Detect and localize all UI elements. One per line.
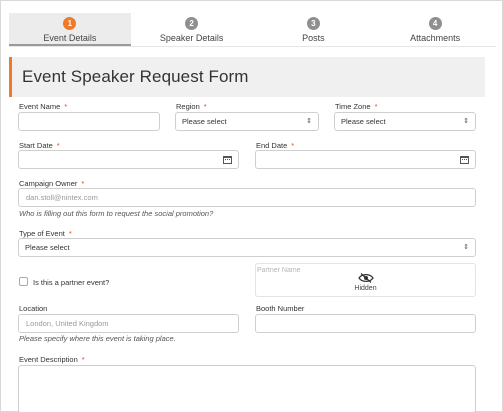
partner-event-checkbox[interactable]	[19, 277, 28, 286]
label-text: Campaign Owner	[19, 179, 78, 188]
label-text: End Date	[256, 141, 288, 150]
step-label: Speaker Details	[159, 33, 224, 43]
updown-icon: ⇕	[306, 118, 312, 125]
event-name-label: Event Name *	[19, 102, 67, 111]
location-input[interactable]: London, United Kingdom	[18, 314, 239, 333]
select-value: Please select	[25, 243, 70, 252]
region-select[interactable]: Please select ⇕	[175, 112, 319, 131]
campaign-owner-input[interactable]: dan.stoll@nintex.com	[18, 188, 476, 207]
end-date-input[interactable]	[255, 150, 476, 169]
booth-number-input[interactable]	[255, 314, 476, 333]
required-mark: *	[291, 141, 295, 150]
partner-name-hidden-field: Partner Name Hidden	[255, 263, 476, 297]
form-stepper: 1 Event Details 2 Speaker Details 3 Post…	[9, 13, 496, 47]
step-number: 1	[63, 17, 77, 30]
step-speaker-details[interactable]: 2 Speaker Details	[131, 13, 253, 46]
time-zone-select[interactable]: Please select ⇕	[334, 112, 476, 131]
label-text: Start Date	[19, 141, 53, 150]
step-event-details[interactable]: 1 Event Details	[9, 13, 131, 46]
label-text: Type of Event	[19, 229, 65, 238]
region-label: Region *	[176, 102, 207, 111]
select-value: Please select	[341, 117, 386, 126]
time-zone-label: Time Zone *	[335, 102, 378, 111]
partner-event-label: Is this a partner event?	[33, 278, 110, 287]
location-help: Please specify where this event is takin…	[19, 334, 176, 343]
required-mark: *	[56, 141, 60, 150]
location-label: Location	[19, 304, 48, 313]
step-number: 4	[428, 17, 442, 30]
updown-icon: ⇕	[463, 244, 469, 251]
form-window: 1 Event Details 2 Speaker Details 3 Post…	[0, 0, 503, 412]
updown-icon: ⇕	[463, 118, 469, 125]
form-title: Event Speaker Request Form	[22, 67, 249, 86]
step-number: 3	[306, 17, 320, 30]
required-mark: *	[81, 179, 85, 188]
step-label: Event Details	[43, 33, 97, 43]
event-name-input[interactable]	[18, 112, 160, 131]
step-label: Attachments	[410, 33, 461, 43]
step-posts[interactable]: 3 Posts	[253, 13, 375, 46]
type-of-event-select[interactable]: Please select ⇕	[18, 238, 476, 257]
hidden-status: Hidden	[354, 285, 377, 292]
eye-slash-icon	[357, 273, 374, 283]
required-mark: *	[68, 229, 72, 238]
type-of-event-label: Type of Event *	[19, 229, 72, 238]
step-number: 2	[185, 17, 199, 30]
required-mark: *	[81, 355, 85, 364]
label-text: Event Name	[19, 102, 61, 111]
label-text: Time Zone	[335, 102, 371, 111]
calendar-icon[interactable]	[460, 155, 469, 164]
required-mark: *	[374, 102, 378, 111]
select-value: Please select	[182, 117, 227, 126]
label-text: Event Description	[19, 355, 78, 364]
end-date-label: End Date *	[256, 141, 294, 150]
event-description-textarea[interactable]	[18, 365, 476, 412]
campaign-owner-help: Who is filling out this form to request …	[19, 209, 214, 218]
required-mark: *	[203, 102, 207, 111]
partner-name-label: Partner Name	[257, 267, 301, 274]
start-date-input[interactable]	[18, 150, 239, 169]
start-date-label: Start Date *	[19, 141, 60, 150]
event-description-label: Event Description *	[19, 355, 85, 364]
campaign-owner-label: Campaign Owner *	[19, 179, 84, 188]
required-mark: *	[64, 102, 68, 111]
step-attachments[interactable]: 4 Attachments	[374, 13, 496, 46]
label-text: Region	[176, 102, 200, 111]
booth-number-label: Booth Number	[256, 304, 305, 313]
step-label: Posts	[302, 33, 325, 43]
calendar-icon[interactable]	[223, 155, 232, 164]
form-title-bar: Event Speaker Request Form	[9, 57, 485, 97]
